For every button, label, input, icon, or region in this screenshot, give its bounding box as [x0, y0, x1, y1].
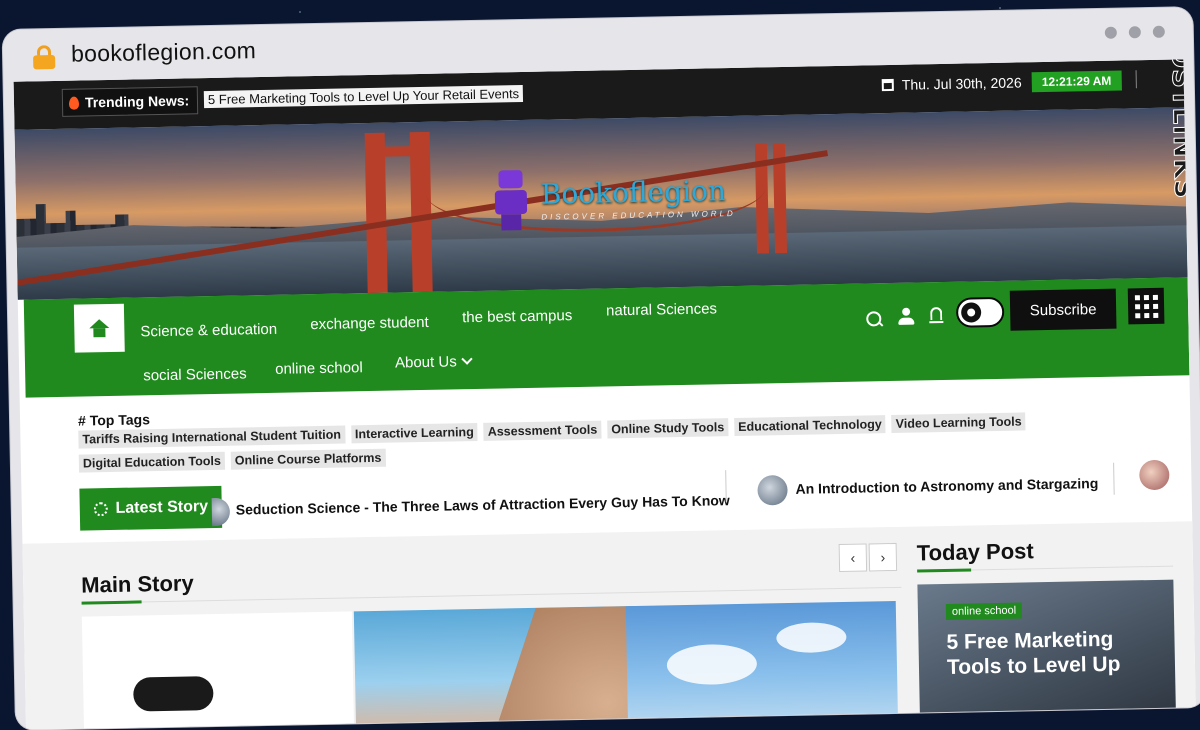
nav-item-about-us[interactable]: About Us	[395, 353, 473, 372]
cloud-icon	[133, 676, 214, 712]
today-post-headline[interactable]: 5 Free Marketing Tools to Level Up	[946, 626, 1157, 680]
nav-item-social-sciences[interactable]: social Sciences	[143, 365, 247, 384]
nav-item-best-campus[interactable]: the best campus	[462, 307, 572, 326]
story-card[interactable]	[353, 606, 628, 730]
home-icon	[90, 319, 108, 337]
today-post-title: Today Post	[916, 538, 1034, 566]
window-dot-icon[interactable]	[1152, 25, 1165, 38]
window-controls	[1104, 25, 1165, 39]
tag-item[interactable]: Digital Education Tools	[78, 451, 226, 473]
nav-item-exchange-student[interactable]: exchange student	[310, 314, 429, 333]
browser-window: bookoflegion.com Trending News: 5 Free M…	[2, 7, 1200, 730]
sun-icon	[960, 302, 982, 323]
tag-item[interactable]: Video Learning Tools	[891, 412, 1026, 433]
tag-item[interactable]: Tariffs Raising International Student Tu…	[78, 425, 346, 449]
cloud-shape	[776, 621, 847, 654]
bridge-beam	[364, 145, 431, 158]
time-badge: 12:21:29 AM	[1031, 70, 1122, 93]
top-tags-title: # Top Tags	[77, 411, 151, 429]
tag-item[interactable]: Interactive Learning	[350, 422, 478, 444]
tag-item[interactable]: Assessment Tools	[483, 420, 602, 441]
trending-link[interactable]: 5 Free Marketing Tools to Level Up Your …	[203, 85, 524, 109]
site-title[interactable]: Bookoflegion	[541, 174, 736, 211]
fire-icon	[68, 96, 80, 110]
nav-item-science-education[interactable]: Science & education	[140, 321, 277, 341]
watermark: GUESTPOSTLINKS	[1162, 59, 1196, 200]
divider	[1113, 462, 1115, 495]
cloud-shape	[666, 643, 758, 686]
divider	[1135, 70, 1137, 89]
website: Trending News: 5 Free Marketing Tools to…	[13, 59, 1196, 730]
story-image	[494, 606, 636, 729]
home-button[interactable]	[73, 303, 125, 353]
nav-item-online-school[interactable]: online school	[275, 359, 363, 378]
chevron-right-icon[interactable]: ›	[868, 542, 898, 572]
site-tagline: DISCOVER EDUCATION WORLD	[541, 208, 736, 222]
date-display: Thu. Jul 30th, 2026	[881, 74, 1022, 93]
nav-item-natural-sciences[interactable]: natural Sciences	[606, 300, 717, 319]
lock-icon	[33, 45, 56, 70]
story-card[interactable]	[625, 600, 899, 727]
grid-menu-icon[interactable]	[1127, 287, 1165, 325]
loading-icon	[93, 502, 108, 517]
url-text[interactable]: bookoflegion.com	[71, 37, 257, 68]
tag-list: Tariffs Raising International Student Tu…	[78, 410, 1159, 473]
story-thumbnail[interactable]	[1139, 459, 1170, 491]
tag-item[interactable]: Online Study Tools	[607, 418, 729, 439]
carousel-controls: ‹ ›	[838, 542, 898, 573]
header-banner: Bookoflegion DISCOVER EDUCATION WORLD	[14, 107, 1188, 300]
section-underline	[81, 586, 902, 604]
main-nav: Science & education exchange student the…	[23, 277, 1190, 398]
content-area: Main Story ‹ › Today Post online school …	[22, 521, 1196, 730]
story-card[interactable]	[81, 611, 355, 730]
chevron-down-icon	[461, 353, 473, 365]
window-dot-icon[interactable]	[1128, 26, 1141, 39]
screenshot-scene: bookoflegion.com Trending News: 5 Free M…	[2, 0, 1200, 730]
latest-story-button[interactable]: Latest Story	[79, 485, 223, 531]
story-thumbnail[interactable]	[211, 497, 231, 527]
category-badge[interactable]: online school	[945, 602, 1023, 620]
search-icon[interactable]	[866, 311, 882, 327]
section-underline	[917, 565, 1174, 572]
story-thumbnail[interactable]	[757, 475, 788, 506]
tag-item[interactable]: Online Course Platforms	[230, 448, 386, 470]
user-icon[interactable]	[898, 308, 914, 326]
tag-item[interactable]: Educational Technology	[734, 415, 886, 437]
site-logo[interactable]: Bookoflegion DISCOVER EDUCATION WORLD	[490, 166, 736, 231]
ticker-story-link[interactable]: An Introduction to Astronomy and Stargaz…	[795, 475, 1098, 497]
divider	[725, 470, 727, 503]
chevron-left-icon[interactable]: ‹	[838, 543, 868, 573]
robot-logo-icon	[490, 170, 531, 231]
today-post-card[interactable]: online school 5 Free Marketing Tools to …	[917, 579, 1177, 730]
main-story-title: Main Story	[81, 570, 194, 598]
ticker-story-link[interactable]: Seduction Science - The Three Laws of At…	[236, 492, 730, 517]
window-dot-icon[interactable]	[1104, 26, 1117, 39]
trending-label: Trending News:	[61, 86, 199, 117]
calendar-icon	[881, 78, 894, 92]
bell-icon[interactable]	[930, 307, 943, 321]
dark-mode-toggle[interactable]	[955, 296, 1005, 328]
subscribe-button[interactable]: Subscribe	[1009, 288, 1117, 331]
